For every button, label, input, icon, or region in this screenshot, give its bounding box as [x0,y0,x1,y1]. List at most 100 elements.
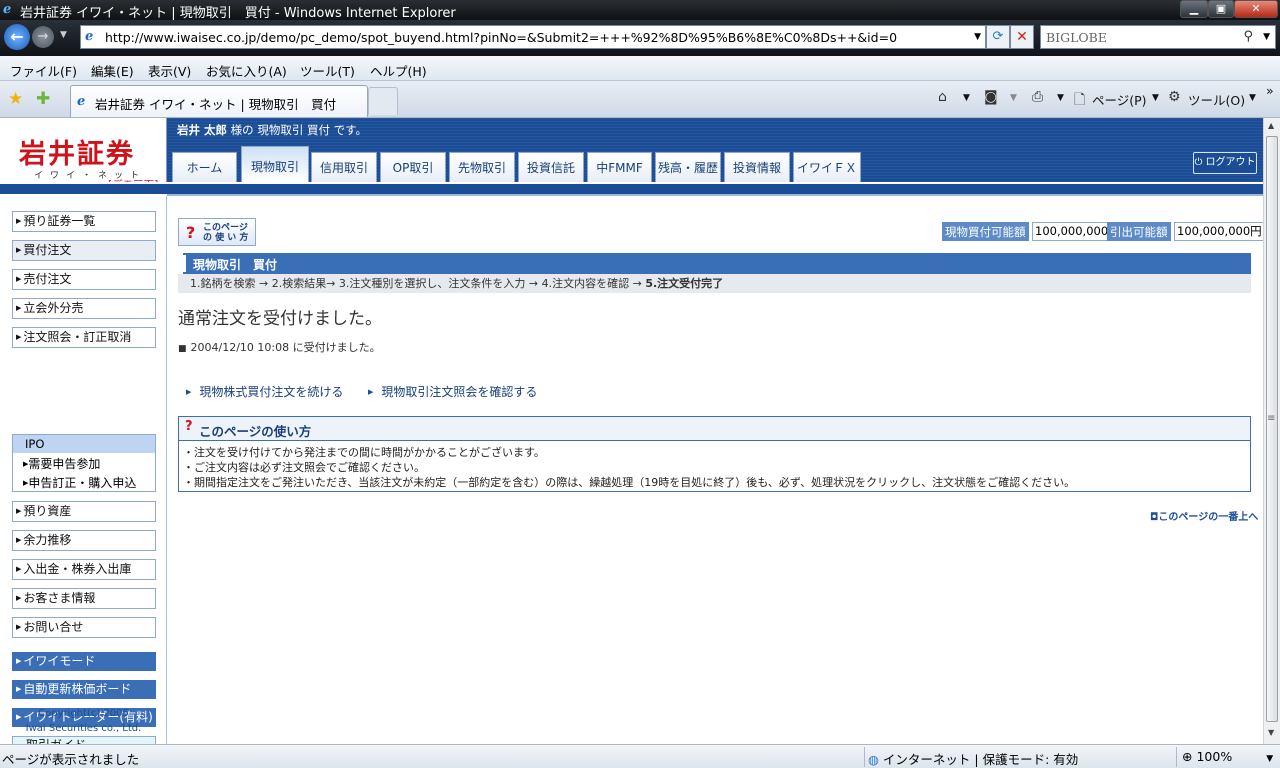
search-icon[interactable]: ⚲ [1243,29,1253,44]
tools-menu[interactable]: ツール(O) [1188,90,1245,109]
bullet-triangle-icon: ▶ [16,623,22,631]
sidebar-item-assets[interactable]: ▶ 預り資産 [12,501,156,522]
tab-current-page[interactable]: ℯ 岩井証券 イワイ・ネット | 現物取引 買付 [70,85,368,117]
tab-iwai-fx[interactable]: イワイＦＸ [793,152,861,182]
logout-label: ログアウト [1205,157,1256,168]
history-dropdown-icon[interactable]: ▼ [60,30,67,40]
add-favorite-icon[interactable]: ✚ [36,89,50,109]
gear-icon[interactable]: ⚙ [1168,89,1181,105]
tab-balance-history[interactable]: 残高・履歴 [655,152,721,182]
menu-help[interactable]: ヘルプ(H) [370,61,427,80]
page-viewport: 岩井証券 イワイ・ネット [デモ画面] 岩井 太郎 様の 現物取引 買付 です。… [0,118,1263,744]
print-icon[interactable]: ⎙ [1032,89,1043,105]
tab-mmf[interactable]: 中FMMF [587,152,652,182]
favorites-star-icon[interactable]: ★ [8,89,23,109]
back-arrow-icon[interactable]: ← [4,24,30,50]
usage-title: このページの使い方 [199,424,312,439]
withdraw-available-value: 100,000,000円 [1174,222,1263,241]
close-button[interactable]: ✕ [1234,0,1278,18]
sidebar-item-contact[interactable]: ▶ お問い合せ [12,617,156,638]
ipo-heading: IPO [13,435,155,453]
ipo-section: IPO ▶需要申告参加 ▶申告訂正・購入申込 [12,434,156,492]
home-icon[interactable]: ⌂ [938,89,947,105]
menu-favorites[interactable]: お気に入り(A) [206,61,287,80]
tab-home[interactable]: ホーム [172,152,237,182]
question-icon: ? [185,419,193,434]
scrollbar-grip-icon: ≡ [1267,413,1276,424]
sidebar-item-capacity[interactable]: ▶ 余力推移 [12,530,156,551]
feeds-icon[interactable]: ◙ [984,89,998,105]
page-menu[interactable]: ページ(P) [1092,90,1147,109]
sidebar-item-stock-board[interactable]: ▶ 自動更新株価ボード [12,680,156,699]
chevron-down-icon[interactable]: ▼ [1266,754,1273,764]
menu-file[interactable]: ファイル(F) [10,61,77,80]
zoom-level[interactable]: ⊕ 100% ▼ [1182,749,1273,764]
page-help-button[interactable]: ? このページの 使 い 方 [178,218,256,246]
sidebar-item-buy-order[interactable]: ▶ 買付注文 [12,240,156,261]
stop-icon[interactable]: ✕ [1010,25,1034,49]
menu-view[interactable]: 表示(V) [148,61,191,80]
bullet-triangle-icon: ▶ [368,388,374,396]
tab-spot-trading[interactable]: 現物取引 [241,146,309,182]
usage-line: ・注文を受け付けてから発注までの間に時間がかかることがございます。 [183,446,545,459]
menu-tools[interactable]: ツール(T) [300,61,355,80]
chevron-down-icon[interactable]: ▼ [1010,93,1017,103]
step-indicator: 1.銘柄を検索 → 2.検索結果→ 3.注文種別を選択し、注文条件を入力 → 4… [178,274,1251,293]
chevron-down-icon[interactable]: ▼ [974,32,981,42]
bullet-triangle-icon: ▶ [16,275,22,283]
sidebar-item-holdings[interactable]: ▶ 預り証券一覧 [12,211,156,232]
scrollbar-thumb[interactable] [1266,136,1278,722]
sidebar-item-ipo-demand[interactable]: ▶需要申告参加 [23,455,100,472]
status-separator [864,747,865,767]
bullet-triangle-icon: ▶ [186,388,192,396]
sidebar-item-sell-order[interactable]: ▶ 売付注文 [12,269,156,290]
sidebar-item-ipo-purchase[interactable]: ▶申告訂正・購入申込 [23,474,136,491]
sidebar-item-trading-guide[interactable]: 取引ガイド [12,736,156,744]
bullet-triangle-icon: ▶ [16,333,22,341]
sidebar-item-customer-info[interactable]: ▶ お客さま情報 [12,588,156,609]
chevron-down-icon[interactable]: ▼ [1249,93,1256,103]
tab-margin-trading[interactable]: 信用取引 [311,152,377,182]
bullet-triangle-icon: ▶ [16,685,22,693]
tab-futures-trading[interactable]: 先物取引 [449,152,515,182]
minimize-button[interactable]: ▁ [1180,0,1208,18]
logout-button[interactable]: ⏻ ログアウト [1193,152,1257,174]
sidebar-item-iwai-mode[interactable]: ▶ イワイモード [12,652,156,671]
security-zone[interactable]: ◍ インターネット | 保護モード: 有効 [868,749,1078,768]
sidebar-item-order-inquiry[interactable]: ▶ 注文照会・訂正取消 [12,327,156,348]
header-divider [0,182,1263,194]
page-icon[interactable]: 🗋 [1074,89,1085,113]
globe-icon: ◍ [868,752,879,767]
address-field[interactable]: ℯ http://www.iwaisec.co.jp/demo/pc_demo/… [80,25,986,49]
zoom-icon: ⊕ [1182,749,1193,764]
sidebar-item-deposit[interactable]: ▶ 入出金・株券入出庫 [12,559,156,580]
url-text[interactable]: http://www.iwaisec.co.jp/demo/pc_demo/sp… [105,30,897,45]
sidebar-item-off-floor-sale[interactable]: ▶ 立会外分売 [12,298,156,319]
chevron-down-icon[interactable]: ▼ [1057,93,1064,103]
usage-box: ? このページの使い方 ・注文を受け付けてから発注までの間に時間がかかることがご… [178,416,1251,492]
tab-options-trading[interactable]: OP取引 [380,152,446,182]
section-header: 現物取引 買付 [178,253,1251,274]
forward-arrow-icon[interactable]: → [32,26,54,48]
refresh-icon[interactable]: ⟳ [986,25,1010,49]
toolbar-overflow-icon[interactable]: » [1266,83,1274,98]
status-text: ページが表示されました [2,752,140,767]
chevron-down-icon[interactable]: ▼ [963,93,970,103]
maximize-button[interactable]: ▣ [1208,0,1234,18]
bullet-triangle-icon: ▶ [16,594,22,602]
continue-buy-order-link[interactable]: ▶ 現物株式買付注文を続ける [186,383,343,400]
menu-edit[interactable]: 編集(E) [91,61,134,80]
scroll-down-icon[interactable]: ▼ [1268,728,1274,737]
vertical-scrollbar[interactable]: ▲ ≡ ▼ [1263,118,1280,744]
tab-investment-info[interactable]: 投資情報 [724,152,790,182]
order-inquiry-link[interactable]: ▶ 現物取引注文照会を確認する [368,383,537,400]
bullet-triangle-icon: ▶ [16,657,22,665]
page-top-link[interactable]: ◘このページの一番上へ [1150,508,1258,523]
scroll-up-icon[interactable]: ▲ [1268,121,1274,130]
search-input[interactable]: BIGLOBE [1046,30,1107,45]
chevron-down-icon[interactable]: ▼ [1263,32,1270,42]
tab-investment-trusts[interactable]: 投資信託 [518,152,584,182]
chevron-down-icon[interactable]: ▼ [1152,93,1159,103]
search-field[interactable]: BIGLOBE ⚲ ▼ [1040,25,1276,49]
new-tab-button[interactable] [368,87,398,115]
